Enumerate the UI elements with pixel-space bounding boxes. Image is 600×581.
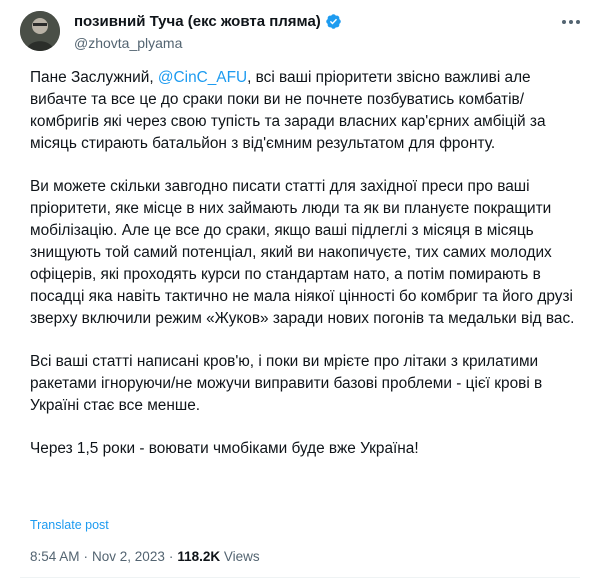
paragraph-2: Ви можете скільки завгодно писати статті…: [30, 178, 575, 327]
divider: [20, 577, 580, 578]
post-date[interactable]: Nov 2, 2023: [92, 549, 165, 564]
paragraph-4: Через 1,5 роки - воювати чмобіками буде …: [30, 440, 419, 457]
paragraph-1: Пане Заслужний, @CinC_AFU, всі ваші пріо…: [30, 67, 585, 155]
author-handle[interactable]: @zhovta_plyama: [74, 35, 182, 51]
views-label: Views: [223, 549, 260, 564]
translate-post-link[interactable]: Translate post: [30, 518, 109, 532]
views-count: 118.2K: [177, 549, 221, 564]
mention-link[interactable]: @CinC_AFU: [158, 69, 247, 86]
author-name[interactable]: позивний Туча (екс жовта пляма): [74, 13, 321, 30]
post-time[interactable]: 8:54 AM: [30, 549, 80, 564]
author-name-row: позивний Туча (екс жовта пляма): [74, 13, 342, 30]
avatar[interactable]: [20, 11, 60, 51]
tweet: позивний Туча (екс жовта пляма) @zhovta_…: [0, 0, 600, 581]
meta-separator: ·: [83, 549, 89, 564]
paragraph-3: Всі ваші статті написані кров'ю, і поки …: [30, 353, 543, 414]
avatar-image: [20, 11, 60, 51]
paragraph-1-start: Пане Заслужний,: [30, 69, 158, 86]
meta-separator-2: ·: [168, 549, 174, 564]
tweet-meta: 8:54 AM · Nov 2, 2023 · 118.2K Views: [30, 549, 260, 564]
verified-badge-icon: [325, 13, 342, 30]
more-options-icon[interactable]: [560, 12, 582, 32]
tweet-text: Пане Заслужний, @CinC_AFU, всі ваші пріо…: [30, 67, 585, 460]
